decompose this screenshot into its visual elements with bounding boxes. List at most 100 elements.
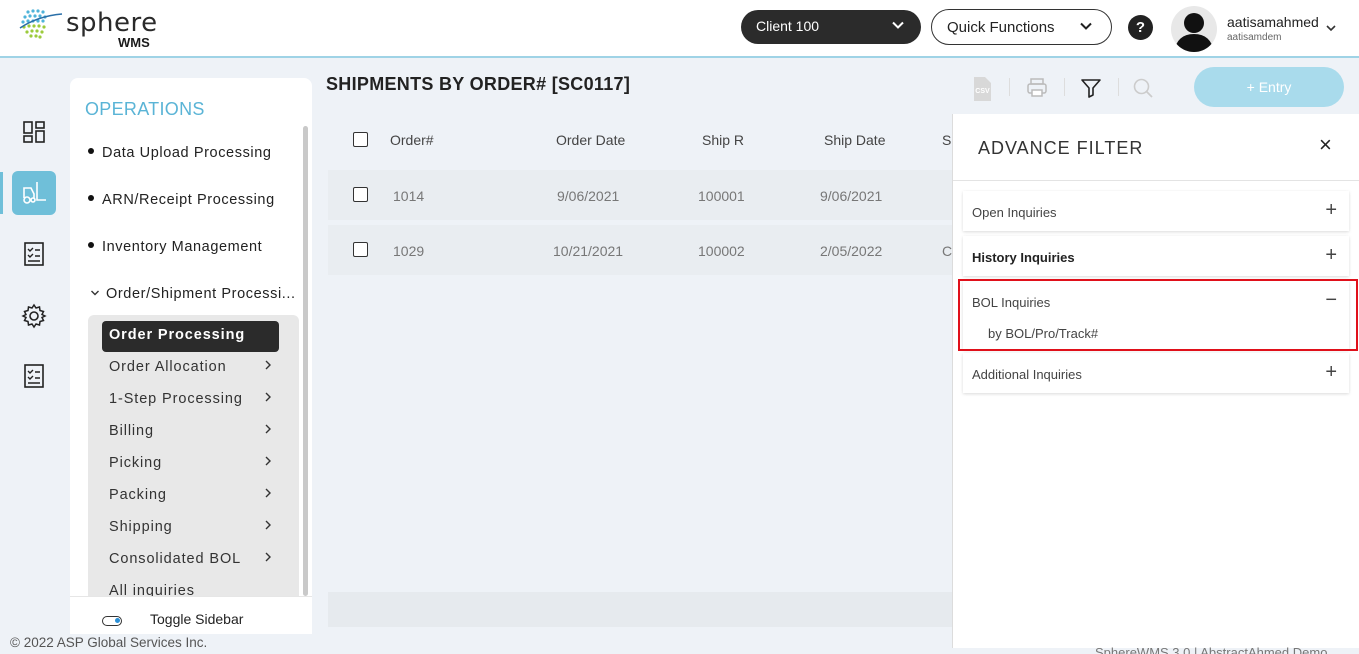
chevron-right-icon — [265, 424, 271, 434]
sidebar-item-data-upload[interactable]: Data Upload Processing — [88, 145, 272, 161]
filter-button[interactable] — [1079, 76, 1103, 100]
submenu-label: Order Allocation — [109, 359, 227, 375]
chevron-right-icon — [265, 360, 271, 370]
toolbar-divider — [1118, 78, 1119, 96]
submenu-picking[interactable]: Picking — [102, 449, 279, 480]
submenu-label: Billing — [109, 423, 154, 439]
row-checkbox[interactable] — [353, 242, 368, 257]
sidebar-item-label: Order/Shipment Processi... — [106, 286, 296, 302]
chevron-down-icon[interactable] — [1325, 22, 1337, 34]
toggle-sidebar-bar[interactable]: Toggle Sidebar — [70, 596, 312, 634]
chevron-right-icon — [265, 520, 271, 530]
forklift-icon — [23, 182, 46, 204]
user-silhouette-icon — [1174, 13, 1214, 52]
client-select-value: Client 100 — [756, 18, 820, 34]
client-select[interactable]: Client 100 — [741, 10, 921, 44]
cell-order: 1029 — [393, 243, 425, 259]
bullet-icon — [88, 242, 94, 249]
user-name[interactable]: aatisamahmed — [1227, 14, 1319, 30]
select-all-checkbox[interactable] — [353, 132, 368, 147]
submenu-label: 1-Step Processing — [109, 391, 243, 407]
accordion-label: Additional Inquiries — [972, 367, 1082, 382]
sphere-logo[interactable]: sphere WMS — [18, 4, 168, 52]
submenu-packing[interactable]: Packing — [102, 481, 279, 512]
sidebar-scrollbar[interactable] — [303, 126, 308, 596]
logo-name: sphere — [66, 8, 158, 38]
toggle-switch-icon[interactable] — [102, 616, 122, 626]
accordion-additional-inquiries[interactable]: Additional Inquiries + — [963, 353, 1349, 393]
rail-active-indicator — [0, 172, 3, 214]
rail-reports[interactable] — [12, 354, 56, 398]
checklist-icon — [24, 242, 44, 266]
accordion-label: Open Inquiries — [972, 205, 1057, 220]
print-button[interactable] — [1025, 76, 1049, 100]
sidebar-item-inventory[interactable]: Inventory Management — [88, 239, 262, 255]
rail-operations[interactable] — [12, 171, 56, 215]
submenu-order-processing[interactable]: Order Processing — [102, 321, 279, 352]
close-icon[interactable]: × — [1319, 132, 1332, 158]
bullet-icon — [88, 195, 94, 202]
cell-order-date: 9/06/2021 — [557, 188, 620, 204]
operations-sidebar: OPERATIONS Data Upload Processing ARN/Re… — [70, 78, 312, 634]
plus-icon[interactable]: + — [1325, 199, 1337, 222]
globe-logo-icon — [19, 9, 63, 39]
sidebar-item-label: Inventory Management — [102, 239, 263, 255]
cell-ship-date: 9/06/2021 — [820, 188, 883, 204]
user-subtitle: aatisamdem — [1227, 32, 1282, 43]
column-header-ship-r[interactable]: Ship R — [702, 132, 744, 148]
column-header-s[interactable]: S — [942, 132, 951, 148]
order-shipment-submenu: Order Processing Order Allocation 1-Step… — [88, 315, 299, 615]
gear-icon — [21, 303, 47, 329]
advance-filter-panel: ADVANCE FILTER × Open Inquiries + Histor… — [952, 114, 1359, 648]
rail-dashboard[interactable] — [12, 110, 56, 154]
plus-icon[interactable]: + — [1325, 244, 1337, 267]
rail-tasks[interactable] — [12, 232, 56, 276]
submenu-order-allocation[interactable]: Order Allocation — [102, 353, 279, 384]
filter-icon — [1081, 79, 1101, 98]
add-entry-button[interactable]: + Entry — [1194, 67, 1344, 107]
report-icon — [24, 364, 44, 388]
highlight-box — [958, 279, 1358, 351]
rail-settings[interactable] — [12, 294, 56, 338]
accordion-history-inquiries[interactable]: History Inquiries + — [963, 236, 1349, 276]
column-header-order[interactable]: Order# — [390, 132, 434, 148]
submenu-label: Packing — [109, 487, 167, 503]
chevron-down-icon — [1080, 22, 1092, 30]
avatar[interactable] — [1171, 6, 1217, 52]
logo-sub: WMS — [118, 35, 150, 50]
csv-file-icon: CSV — [974, 77, 991, 101]
column-header-order-date[interactable]: Order Date — [556, 132, 625, 148]
row-checkbox[interactable] — [353, 187, 368, 202]
footer-copyright: © 2022 ASP Global Services Inc. — [10, 635, 208, 650]
sidebar-item-label: ARN/Receipt Processing — [102, 192, 275, 208]
quick-functions-dropdown[interactable]: Quick Functions — [931, 9, 1112, 45]
sidebar-item-order-shipment[interactable]: Order/Shipment Processi... — [90, 286, 296, 302]
accordion-label: History Inquiries — [972, 250, 1075, 265]
sidebar-item-arn-receipt[interactable]: ARN/Receipt Processing — [88, 192, 275, 208]
column-header-ship-date[interactable]: Ship Date — [824, 132, 885, 148]
submenu-label: Consolidated BOL — [109, 551, 242, 567]
plus-icon[interactable]: + — [1325, 361, 1337, 384]
printer-icon — [1027, 78, 1047, 97]
panel-title: ADVANCE FILTER — [978, 138, 1144, 158]
search-button[interactable] — [1131, 76, 1155, 100]
table-footer — [328, 592, 953, 627]
top-header: sphere WMS Client 100 Quick Functions ? … — [0, 0, 1359, 58]
search-icon — [1133, 78, 1153, 98]
chevron-right-icon — [265, 456, 271, 466]
help-icon[interactable]: ? — [1128, 15, 1153, 40]
csv-export-button[interactable]: CSV — [970, 76, 994, 101]
cell-ship-date: 2/05/2022 — [820, 243, 883, 259]
submenu-billing[interactable]: Billing — [102, 417, 279, 448]
submenu-shipping[interactable]: Shipping — [102, 513, 279, 544]
toolbar-divider — [1009, 78, 1010, 96]
submenu-1-step-processing[interactable]: 1-Step Processing — [102, 385, 279, 416]
chevron-down-icon — [892, 21, 904, 29]
table-row[interactable]: 1029 10/21/2021 100002 2/05/2022 C — [328, 225, 953, 275]
table-row[interactable]: 1014 9/06/2021 100001 9/06/2021 — [328, 170, 953, 220]
accordion-open-inquiries[interactable]: Open Inquiries + — [963, 191, 1349, 231]
submenu-consolidated-bol[interactable]: Consolidated BOL — [102, 545, 279, 576]
submenu-label: Order Processing — [109, 327, 246, 343]
sidebar-title: OPERATIONS — [85, 99, 205, 119]
chevron-right-icon — [265, 392, 271, 402]
